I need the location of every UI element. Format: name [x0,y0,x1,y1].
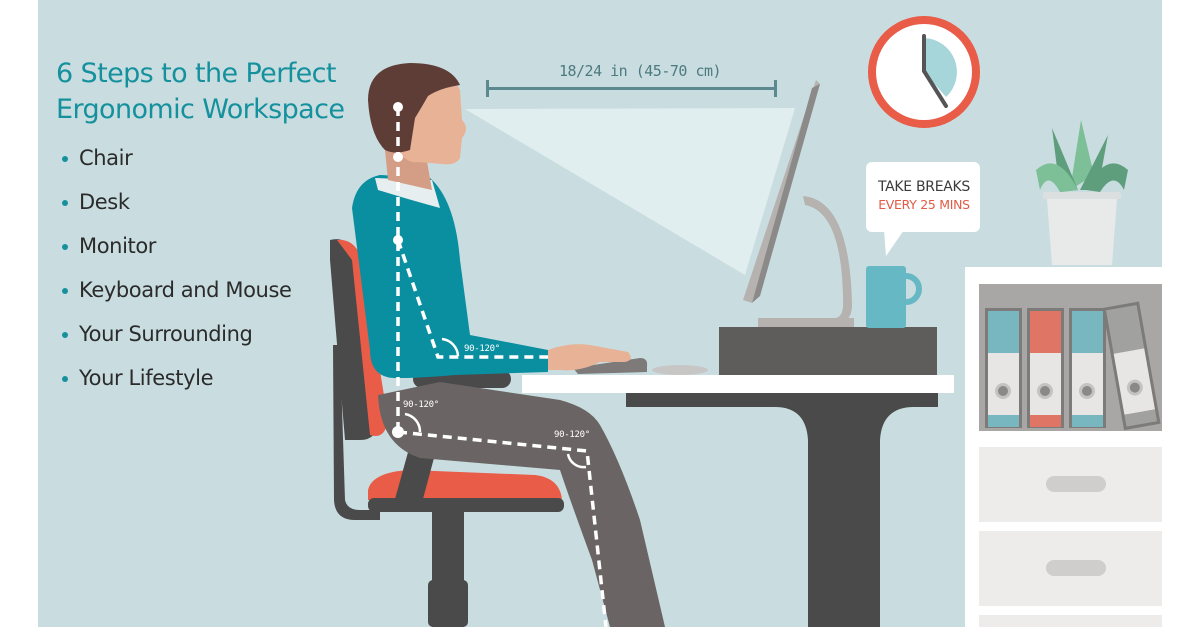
step-label: Desk [79,190,130,214]
bullet-icon [62,200,68,206]
list-item: Your Lifestyle [60,362,292,406]
bullet-icon [62,288,68,294]
drawer-handle [1046,560,1106,576]
list-item: Monitor [60,230,292,274]
step-label: Chair [79,146,133,170]
step-label: Your Lifestyle [79,366,214,390]
elbow-angle-label: 90-120° [464,344,500,354]
break-reminder-line-1: TAKE BREAKS [877,179,971,195]
drawer-handle [1046,476,1106,492]
title-line-1: 6 Steps to the Perfect [56,58,336,89]
steps-list: Chair Desk Monitor Keyboard and Mouse Yo… [60,142,292,406]
break-reminder: TAKE BREAKS EVERY 25 MINS [868,178,980,214]
file-cabinet [965,267,1162,627]
list-item: Keyboard and Mouse [60,274,292,318]
bullet-icon [62,376,68,382]
break-reminder-line-2: EVERY 25 MINS [878,197,970,212]
drawer [979,615,1162,627]
page-title: 6 Steps to the Perfect Ergonomic Workspa… [56,56,345,128]
binder [1069,308,1106,428]
binder [985,308,1022,428]
viewing-distance-label: 18/24 in (45-70 cm) [558,62,722,80]
hip-angle-label: 90-120° [403,400,439,410]
mouse [652,365,708,375]
bullet-icon [62,244,68,250]
step-label: Your Surrounding [79,322,253,346]
binder [1027,308,1064,428]
list-item: Desk [60,186,292,230]
knee-angle-label: 90-120° [554,430,590,440]
clock-icon [868,16,980,128]
step-label: Monitor [79,234,157,258]
list-item: Your Surrounding [60,318,292,362]
bullet-icon [62,156,68,162]
bullet-icon [62,332,68,338]
title-line-2: Ergonomic Workspace [56,94,345,125]
list-item: Chair [60,142,292,186]
step-label: Keyboard and Mouse [79,278,292,302]
